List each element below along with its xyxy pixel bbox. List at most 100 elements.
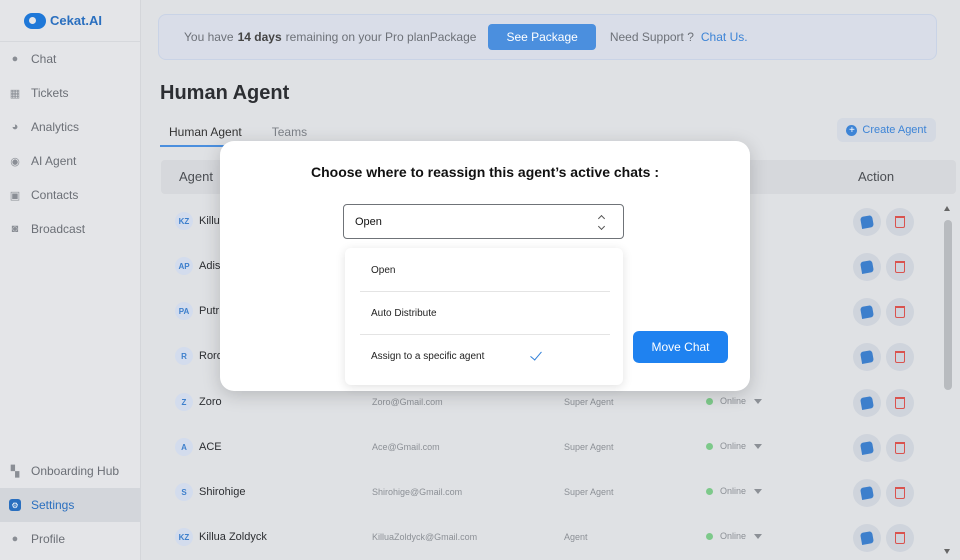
edit-icon (860, 350, 874, 364)
check-icon (530, 348, 542, 361)
caret-down-icon (754, 488, 763, 494)
delete-button[interactable] (886, 298, 914, 326)
trash-icon (895, 532, 905, 544)
brand-name: Cekat.AI (50, 13, 103, 28)
sidebar-item-label: Profile (31, 532, 66, 546)
sidebar-nav-bottom: ▚ Onboarding Hub ⚙ Settings ● Profile (0, 454, 141, 556)
avatar: Z (175, 393, 193, 411)
sidebar-item-label: Onboarding Hub (31, 464, 120, 478)
scrollbar[interactable] (942, 200, 954, 560)
edit-icon (860, 531, 874, 545)
caret-down-icon (754, 398, 763, 404)
sidebar-item-label: AI Agent (31, 154, 77, 168)
edit-button[interactable] (853, 434, 881, 462)
status-dropdown[interactable]: Online (706, 531, 763, 541)
agent-email: Shirohige@Gmail.com (372, 487, 463, 497)
sidebar-item-label: Settings (31, 498, 75, 512)
agent-email: Ace@Gmail.com (372, 442, 440, 452)
delete-button[interactable] (886, 208, 914, 236)
sidebar-item-analytics[interactable]: ◕ Analytics (0, 110, 140, 144)
avatar: KZ (175, 212, 193, 230)
reassign-select[interactable]: Open (343, 204, 624, 239)
option-open[interactable]: Open (360, 249, 610, 292)
sidebar: Cekat.AI ● Chat ▦ Tickets ◕ Analytics ◉ AI A… (0, 0, 141, 560)
sidebar-item-tickets[interactable]: ▦ Tickets (0, 76, 140, 110)
trash-icon (895, 351, 905, 363)
select-arrows-icon (598, 214, 606, 230)
status-dropdown[interactable]: Online (706, 486, 763, 496)
delete-button[interactable] (886, 389, 914, 417)
tickets-icon: ▦ (9, 87, 21, 100)
caret-down-icon (754, 533, 763, 539)
sidebar-item-label: Chat (31, 52, 57, 66)
sidebar-nav: ● Chat ▦ Tickets ◕ Analytics ◉ AI Agent ▣ Con… (0, 42, 140, 246)
edit-icon (860, 305, 874, 319)
option-assign-specific-agent[interactable]: Assign to a specific agent (360, 335, 610, 378)
agent-name: Shirohige (199, 486, 246, 498)
online-dot-icon (706, 397, 713, 405)
select-value: Open (355, 215, 382, 228)
agent-name: ACE (199, 441, 222, 453)
agent-name: Adis (199, 260, 221, 272)
delete-button[interactable] (886, 479, 914, 507)
sidebar-item-ai-agent[interactable]: ◉ AI Agent (0, 144, 140, 178)
edit-icon (860, 396, 874, 410)
option-label: Auto Distribute (371, 307, 437, 319)
sidebar-item-profile[interactable]: ● Profile (0, 522, 141, 556)
edit-icon (860, 260, 874, 274)
sidebar-item-chat[interactable]: ● Chat (0, 42, 140, 76)
scroll-up-arrow-icon[interactable] (944, 206, 950, 211)
status-label: Online (720, 531, 747, 541)
online-dot-icon (706, 442, 713, 450)
contacts-icon: ▣ (9, 189, 21, 202)
sidebar-item-label: Tickets (31, 86, 69, 100)
edit-button[interactable] (853, 524, 881, 552)
status-dropdown[interactable]: Online (706, 396, 763, 406)
chat-icon: ● (11, 53, 19, 65)
edit-button[interactable] (853, 479, 881, 507)
edit-button[interactable] (853, 343, 881, 371)
edit-button[interactable] (853, 208, 881, 236)
caret-down-icon (754, 443, 763, 449)
trash-icon (895, 216, 905, 228)
table-row: S Shirohige Shirohige@Gmail.com Super Ag… (161, 470, 941, 515)
profile-icon: ● (11, 533, 19, 545)
delete-button[interactable] (886, 524, 914, 552)
delete-button[interactable] (886, 343, 914, 371)
onboarding-icon: ▚ (10, 465, 20, 478)
edit-button[interactable] (853, 389, 881, 417)
modal-title: Choose where to reassign this agent’s ac… (310, 164, 660, 180)
sidebar-item-contacts[interactable]: ▣ Contacts (0, 178, 140, 212)
trash-icon (895, 397, 905, 409)
chat-us-link[interactable]: Chat Us. (701, 30, 748, 44)
agent-email: KilluaZoldyck@Gmail.com (372, 532, 478, 542)
option-auto-distribute[interactable]: Auto Distribute (360, 292, 610, 335)
edit-icon (860, 215, 874, 229)
sidebar-item-broadcast[interactable]: ◙ Broadcast (0, 212, 140, 246)
scroll-down-arrow-icon[interactable] (944, 549, 950, 554)
brand-logo-icon (24, 12, 46, 29)
sidebar-item-settings[interactable]: ⚙ Settings (0, 488, 141, 522)
agent-name: Killu (199, 215, 220, 227)
ai-agent-icon: ◉ (10, 155, 20, 168)
edit-button[interactable] (853, 253, 881, 281)
scrollbar-thumb[interactable] (944, 220, 952, 390)
delete-button[interactable] (886, 434, 914, 462)
create-agent-button[interactable]: + Create Agent (837, 118, 936, 142)
edit-icon (860, 486, 874, 500)
trash-icon (895, 306, 905, 318)
status-dropdown[interactable]: Online (706, 441, 763, 451)
move-chat-button[interactable]: Move Chat (633, 331, 728, 363)
delete-button[interactable] (886, 253, 914, 281)
agent-role: Agent (564, 532, 588, 542)
trash-icon (895, 487, 905, 499)
edit-button[interactable] (853, 298, 881, 326)
status-label: Online (720, 486, 747, 496)
table-row: A ACE Ace@Gmail.com Super Agent Online (161, 425, 941, 470)
brand[interactable]: Cekat.AI (0, 0, 140, 42)
see-package-button[interactable]: See Package (488, 24, 596, 50)
create-agent-label: Create Agent (862, 124, 927, 136)
sidebar-item-onboarding-hub[interactable]: ▚ Onboarding Hub (0, 454, 141, 488)
option-label: Open (371, 264, 396, 276)
banner-days: 14 days (237, 30, 282, 44)
